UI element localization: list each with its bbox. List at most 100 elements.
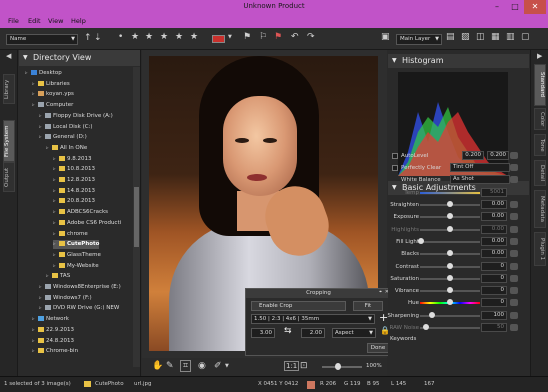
slider-knob[interactable] bbox=[447, 250, 453, 257]
slider-knob[interactable] bbox=[447, 299, 453, 306]
pin-icon[interactable]: ⌖ bbox=[379, 289, 382, 295]
reset-icon[interactable] bbox=[510, 287, 518, 295]
autolevel-checkbox[interactable] bbox=[392, 153, 398, 159]
slider-knob[interactable] bbox=[418, 237, 425, 244]
sort-up-icon[interactable]: ↑ bbox=[84, 33, 92, 43]
reset-icon[interactable] bbox=[510, 176, 518, 183]
slider-knob[interactable] bbox=[429, 311, 435, 318]
slider-track[interactable] bbox=[420, 327, 480, 329]
histogram-header[interactable]: ▼ Histogram bbox=[388, 54, 529, 68]
rotate-left-icon[interactable]: ↶ bbox=[291, 32, 299, 42]
crop-mode-select[interactable]: Aspect ▼ bbox=[332, 328, 376, 338]
crop-icon[interactable]: ⌗ bbox=[180, 360, 192, 372]
tree-item[interactable]: ▹ Chrome-bin bbox=[32, 347, 78, 356]
tree-item[interactable]: ▹ Windows7 (F:) bbox=[39, 294, 92, 303]
tree-item[interactable]: ▹ 24.8.2013 bbox=[32, 337, 74, 346]
tab-detail[interactable]: Detail bbox=[534, 160, 546, 186]
sort-select[interactable]: Name ▼ bbox=[6, 34, 78, 45]
reset-icon[interactable] bbox=[510, 152, 518, 159]
reset-icon[interactable] bbox=[510, 299, 518, 307]
slider-knob[interactable] bbox=[447, 213, 453, 220]
tree-item[interactable]: ▹ Windows8Enterprise (E:) bbox=[39, 283, 121, 292]
image-icon[interactable]: ▨ bbox=[461, 32, 470, 42]
reset-icon[interactable] bbox=[510, 237, 518, 245]
slider-value[interactable]: 0.00 bbox=[481, 249, 507, 259]
keywords-row[interactable]: Keywords bbox=[388, 334, 529, 344]
slider-knob[interactable] bbox=[423, 324, 429, 330]
tree-item[interactable]: ▹ 14.8.2013 bbox=[53, 187, 95, 196]
slider-value[interactable]: 0.00 bbox=[481, 236, 507, 246]
actual-size-icon[interactable]: 1:1 bbox=[284, 361, 300, 371]
white-balance-select[interactable]: As Shot bbox=[450, 175, 510, 184]
menu-help[interactable]: Help bbox=[71, 17, 86, 25]
star-icon[interactable]: ★ bbox=[160, 32, 168, 42]
reset-icon[interactable] bbox=[510, 213, 518, 221]
flag-reject-icon[interactable]: ⚑ bbox=[274, 32, 282, 42]
filmstrip-icon[interactable]: ▥ bbox=[506, 32, 515, 42]
enable-crop-button[interactable]: Enable Crop bbox=[251, 301, 346, 311]
tab-standard[interactable]: Standard bbox=[534, 64, 546, 106]
fit-screen-icon[interactable]: ⊡ bbox=[300, 361, 308, 371]
minimize-button[interactable]: – bbox=[488, 0, 506, 14]
tree-item[interactable]: ▹ Computer bbox=[32, 101, 73, 110]
autolevel-value-1[interactable]: 0.200 bbox=[462, 151, 484, 160]
reset-icon[interactable] bbox=[510, 324, 518, 331]
reset-icon[interactable] bbox=[510, 250, 518, 258]
slider-value[interactable]: 0.00 bbox=[481, 224, 507, 234]
tab-library[interactable]: Library bbox=[3, 74, 15, 104]
slider-knob[interactable] bbox=[447, 287, 453, 294]
tree-item[interactable]: ▹ 22.9.2013 bbox=[32, 326, 74, 335]
slider-track[interactable] bbox=[420, 240, 480, 243]
crop-height-field[interactable]: 2.00 bbox=[301, 328, 325, 338]
sort-down-icon[interactable]: ⇣ bbox=[94, 33, 102, 43]
slider-value[interactable]: 50 bbox=[481, 323, 507, 332]
slider-knob[interactable] bbox=[447, 262, 453, 269]
tab-metadata[interactable]: Metadata bbox=[534, 190, 546, 228]
rotate-right-icon[interactable]: ↷ bbox=[307, 32, 315, 42]
autolevel-value-2[interactable]: 0.200 bbox=[487, 151, 509, 160]
reset-icon[interactable] bbox=[510, 164, 518, 171]
tree-item[interactable]: ▹ Desktop bbox=[25, 69, 62, 78]
tree-item[interactable]: ▹ Libraries bbox=[32, 80, 70, 89]
tree-item[interactable]: ▹ koyan.yps bbox=[32, 90, 74, 99]
tree-item[interactable]: ▹ 10.8.2013 bbox=[53, 165, 95, 174]
tab-tone[interactable]: Tone bbox=[534, 134, 546, 156]
collapse-right-icon[interactable]: ▶ bbox=[537, 52, 542, 60]
fullscreen-icon[interactable]: ▢ bbox=[521, 32, 530, 42]
collapse-left-icon[interactable]: ◀ bbox=[6, 52, 11, 60]
star-icon[interactable]: ★ bbox=[131, 32, 139, 42]
tree-item[interactable]: ▹ Network bbox=[32, 315, 69, 324]
tree-item[interactable]: ▹ GlassTheme bbox=[53, 251, 101, 260]
rating-clear-icon[interactable]: • bbox=[118, 32, 123, 42]
scroll-thumb[interactable] bbox=[134, 187, 139, 247]
color-label-swatch[interactable] bbox=[212, 35, 225, 43]
zoom-knob[interactable] bbox=[335, 363, 341, 370]
tree-item[interactable]: ▹ Local Disk (C:) bbox=[39, 123, 93, 132]
tree-item[interactable]: ▹ ADBCS6Cracks bbox=[53, 208, 108, 217]
brush-icon[interactable]: ✐ bbox=[214, 361, 222, 371]
tree-item[interactable]: ▹ chrome bbox=[53, 230, 88, 239]
reset-icon[interactable] bbox=[510, 201, 518, 208]
swap-icon[interactable]: ⇆ bbox=[284, 326, 292, 336]
zoom-slider[interactable] bbox=[322, 366, 362, 368]
close-button[interactable]: ✕ bbox=[524, 0, 546, 14]
tab-plugin[interactable]: Plugin 1 bbox=[534, 232, 546, 266]
slider-value[interactable]: 0.00 bbox=[481, 212, 507, 222]
layer-select[interactable]: Main Layer ▼ bbox=[396, 34, 442, 45]
chevron-down-icon[interactable]: ▼ bbox=[228, 34, 232, 40]
flag-outline-icon[interactable]: ⚐ bbox=[259, 32, 267, 42]
star-icon[interactable]: ★ bbox=[190, 32, 198, 42]
reset-icon[interactable] bbox=[510, 311, 518, 319]
tree-scrollbar[interactable] bbox=[133, 67, 140, 367]
done-button[interactable]: Done bbox=[367, 343, 389, 353]
ratio-select[interactable]: 1.50 | 2:3 | 4x6 | 35mm ▼ bbox=[251, 314, 375, 324]
tree-item[interactable]: ▹ All In ONe bbox=[46, 144, 87, 153]
tab-color[interactable]: Color bbox=[534, 108, 546, 130]
temp-value[interactable]: 5001 bbox=[481, 188, 507, 197]
slider-value[interactable]: 0 bbox=[481, 298, 507, 308]
layout-icon[interactable]: ▤ bbox=[446, 32, 455, 42]
view-single-icon[interactable]: ▣ bbox=[381, 32, 390, 42]
tree-item[interactable]: ▹ General (D:) bbox=[39, 133, 87, 142]
slider-value[interactable]: 100 bbox=[481, 310, 507, 320]
hand-icon[interactable]: ✋ bbox=[152, 361, 163, 371]
